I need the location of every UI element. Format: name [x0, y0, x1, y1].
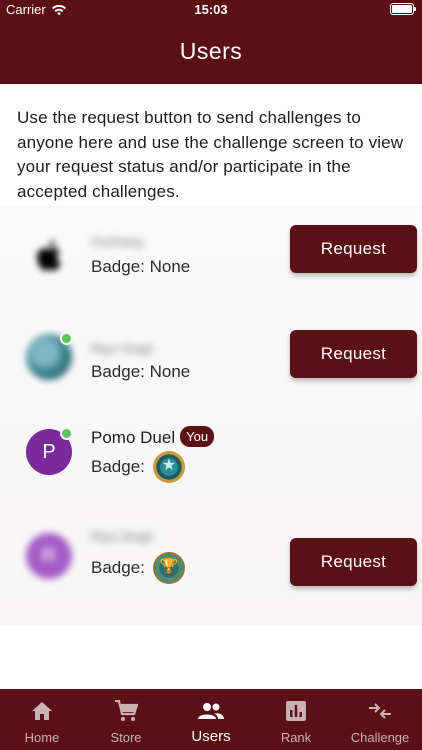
cart-icon [115, 700, 138, 721]
trophy-medal-icon [152, 552, 185, 584]
tab-users[interactable]: Users [169, 689, 253, 750]
request-button[interactable]: Request [290, 330, 417, 378]
tab-store[interactable]: Store [84, 689, 168, 750]
bar-chart-icon [286, 701, 306, 721]
avatar: P [26, 427, 73, 475]
tab-home[interactable]: Home [0, 689, 84, 750]
badge-line: Badge: None [91, 257, 190, 277]
tab-label: Store [110, 730, 142, 745]
user-list: Hushang Badge: None Request Riya Singh B… [0, 205, 422, 625]
page-title: Users [179, 38, 243, 64]
tab-label: Home [24, 730, 60, 745]
tab-label: Challenge [350, 730, 410, 745]
user-row: Hushang Badge: None Request [0, 205, 422, 305]
people-icon [198, 703, 224, 719]
tab-rank[interactable]: Rank [254, 689, 338, 750]
tab-bar: Home Store Users Rank Challenge [0, 689, 422, 750]
avatar: R [26, 533, 72, 579]
user-name: Riya Singh [91, 529, 154, 544]
star-medal-icon [152, 451, 185, 483]
badge-label: Badge: None [91, 362, 191, 381]
battery-icon [390, 3, 416, 15]
user-row: Riya Singh Badge: None Request [0, 310, 422, 410]
user-name: Hushang [91, 234, 144, 249]
badge-label: Badge: None [91, 257, 191, 276]
apple-avatar [37, 240, 61, 271]
badge-line: Badge: None [91, 362, 190, 382]
tab-label: Rank [280, 730, 312, 745]
tab-challenge[interactable]: Challenge [338, 689, 422, 750]
badge-line: Badge: [91, 451, 185, 483]
intro-text: Use the request button to send challenge… [17, 108, 404, 201]
avatar-initial: R [41, 544, 57, 567]
app-bar: Users [0, 20, 422, 84]
avatar-initial: P [42, 440, 56, 463]
user-name: Pomo Duel You [91, 426, 215, 448]
home-icon [32, 702, 52, 720]
swap-arrows-icon [369, 703, 391, 719]
badge-label: Badge: [91, 457, 145, 476]
clock: 15:03 [194, 2, 228, 17]
user-name-text: Pomo Duel [91, 428, 176, 447]
online-status-dot [60, 332, 73, 345]
badge-line: Badge: [91, 552, 185, 584]
online-status-dot [60, 427, 73, 440]
status-bar: Carrier 15:03 [0, 0, 422, 20]
you-badge: You [180, 426, 215, 447]
badge-label: Badge: [91, 558, 145, 577]
request-button[interactable]: Request [290, 225, 417, 273]
user-row: R Riya Singh Badge: Request [0, 515, 422, 615]
request-button[interactable]: Request [290, 538, 417, 586]
user-row-current: P Pomo Duel You Badge: [0, 415, 422, 515]
user-name: Riya Singh [91, 341, 154, 356]
tab-label: Users [191, 728, 231, 745]
